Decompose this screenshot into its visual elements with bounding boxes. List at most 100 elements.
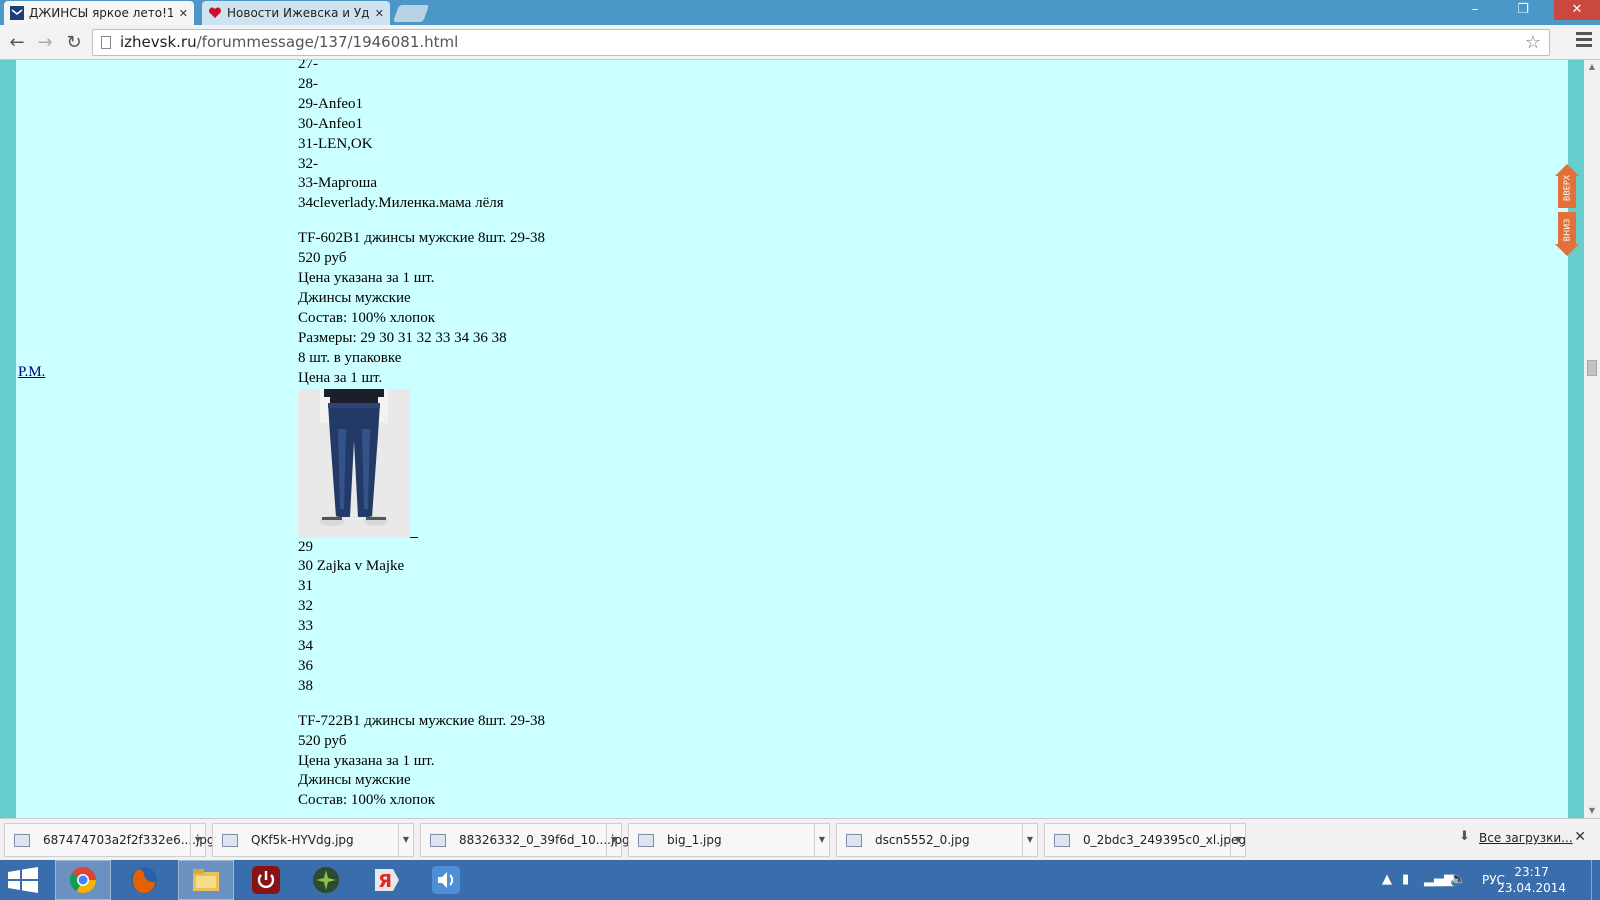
image-file-icon bbox=[846, 834, 862, 847]
download-menu-arrow-icon[interactable]: ▼ bbox=[1022, 824, 1037, 856]
download-filename: 88326332_0_39f6d_10....jpg bbox=[459, 833, 630, 847]
show-desktop-button[interactable] bbox=[1591, 860, 1600, 900]
firefox-taskbar-icon[interactable] bbox=[116, 860, 172, 900]
clock[interactable]: 23:17 23.04.2014 bbox=[1497, 864, 1566, 896]
list-item: 31-LEN,OK bbox=[298, 135, 373, 152]
image-file-icon bbox=[14, 834, 30, 847]
tab-title: ДЖИНСЫ яркое лето!134 bbox=[29, 6, 173, 20]
title-bar: ДЖИНСЫ яркое лето!134 ✕ Новости Ижевска … bbox=[0, 0, 1600, 25]
scroll-up-down-widget[interactable]: ВВЕРХ ВНИЗ bbox=[1554, 164, 1580, 256]
download-filename: 687474703a2f2f332e6....jpg bbox=[43, 833, 215, 847]
tab-active[interactable]: ДЖИНСЫ яркое лето!134 ✕ bbox=[4, 1, 194, 25]
size-line: 36 bbox=[298, 657, 313, 674]
power-app-taskbar-icon[interactable] bbox=[238, 860, 294, 900]
windows-start-icon[interactable] bbox=[0, 860, 46, 900]
download-item[interactable]: dscn5552_0.jpg ▼ bbox=[836, 823, 1038, 857]
download-item[interactable]: 0_2bdc3_249395c0_xl.jpeg ▼ bbox=[1044, 823, 1246, 857]
product-text: 8 шт. в упаковке bbox=[298, 349, 402, 366]
scroll-down-label[interactable]: ВНИЗ bbox=[1563, 219, 1572, 242]
new-tab-button[interactable] bbox=[392, 5, 430, 22]
scroll-up-label[interactable]: ВВЕРХ bbox=[1563, 174, 1572, 201]
size-line: 31 bbox=[298, 578, 313, 595]
list-item: 33-Маргоша bbox=[298, 175, 377, 192]
volume-icon[interactable]: 🔈 bbox=[1450, 872, 1466, 887]
size-line: 32 bbox=[298, 598, 313, 615]
download-item[interactable]: big_1.jpg ▼ bbox=[628, 823, 830, 857]
tab-title: Новости Ижевска и Удмурт bbox=[227, 6, 369, 20]
download-shelf: 687474703a2f2f332e6....jpg ▼ QKf5k-HYVdg… bbox=[0, 818, 1600, 860]
download-menu-arrow-icon[interactable]: ▼ bbox=[190, 824, 205, 856]
heart-favicon-icon bbox=[208, 7, 222, 18]
all-downloads-link[interactable]: Все загрузки... bbox=[1479, 831, 1573, 845]
jeans-photo[interactable] bbox=[298, 388, 410, 538]
url-text: izhevsk.ru/forummessage/137/1946081.html bbox=[120, 33, 459, 51]
list-item: 34cleverlady.Миленка.мама лёля bbox=[298, 195, 504, 212]
page-icon bbox=[101, 36, 111, 49]
reservation-list-top: 27- 28- 29-Anfeo1 30-Anfeo1 31-LEN,OK 32… bbox=[298, 60, 545, 214]
reload-button[interactable]: ↻ bbox=[61, 30, 87, 56]
download-filename: big_1.jpg bbox=[667, 833, 722, 847]
product-price: 520 руб bbox=[298, 732, 347, 749]
chrome-menu-icon[interactable] bbox=[1576, 32, 1592, 52]
restore-button[interactable]: ❐ bbox=[1508, 0, 1538, 20]
download-menu-arrow-icon[interactable]: ▼ bbox=[814, 824, 829, 856]
taskbar: Я ▲ ▮ ▂▄▆ 🔈 РУС 23:17 23.04.2014 bbox=[0, 860, 1600, 900]
product-price: 520 руб bbox=[298, 250, 347, 267]
size-line: 30 Zajka v Majke bbox=[298, 558, 405, 575]
download-item[interactable]: QKf5k-HYVdg.jpg ▼ bbox=[212, 823, 414, 857]
image-file-icon bbox=[1054, 834, 1070, 847]
sound-app-taskbar-icon[interactable] bbox=[418, 860, 474, 900]
size-line: 29 bbox=[298, 538, 313, 555]
action-center-icon[interactable]: ▮ bbox=[1402, 872, 1409, 887]
bookmark-star-icon[interactable]: ☆ bbox=[1525, 30, 1541, 55]
download-arrow-icon: ⬇ bbox=[1459, 829, 1470, 844]
tab-news[interactable]: Новости Ижевска и Удмурт ✕ bbox=[202, 1, 390, 25]
post-body: 27- 28- 29-Anfeo1 30-Anfeo1 31-LEN,OK 32… bbox=[298, 60, 545, 811]
product-text: Состав: 100% хлопок bbox=[298, 309, 435, 326]
close-shelf-icon[interactable]: ✕ bbox=[1574, 829, 1586, 845]
forward-button[interactable]: → bbox=[32, 30, 58, 56]
page-content: Р.М. 27- 28- 29-Anfeo1 30-Anfeo1 31-LEN,… bbox=[0, 60, 1584, 818]
list-item: 30-Anfeo1 bbox=[298, 115, 363, 132]
scroll-down-button[interactable]: ▼ bbox=[1584, 804, 1600, 818]
show-hidden-icons-icon[interactable]: ▲ bbox=[1382, 872, 1392, 887]
product-text: Цена за 1 шт. bbox=[298, 369, 383, 386]
svg-text:Я: Я bbox=[378, 871, 392, 892]
close-tab-icon[interactable]: ✕ bbox=[179, 7, 188, 20]
size-line: 34 bbox=[298, 638, 313, 655]
size-line: 33 bbox=[298, 618, 313, 635]
image-file-icon bbox=[638, 834, 654, 847]
image-file-icon bbox=[430, 834, 446, 847]
author-link[interactable]: Р.М. bbox=[18, 364, 45, 381]
clock-date: 23.04.2014 bbox=[1497, 881, 1566, 895]
product-title: TF-602B1 джинсы мужские 8шт. 29-38 bbox=[298, 230, 546, 247]
product-photo-link[interactable] bbox=[298, 388, 418, 538]
vertical-scrollbar[interactable]: ▲ ▼ bbox=[1584, 60, 1600, 818]
download-filename: dscn5552_0.jpg bbox=[875, 833, 970, 847]
product-title: TF-722B1 джинсы мужские 8шт. 29-38 bbox=[298, 712, 546, 729]
download-menu-arrow-icon[interactable]: ▼ bbox=[1230, 824, 1245, 856]
scrollbar-thumb[interactable] bbox=[1587, 360, 1597, 376]
browser-toolbar: ← → ↻ izhevsk.ru/forummessage/137/194608… bbox=[0, 25, 1600, 60]
back-button[interactable]: ← bbox=[4, 30, 30, 56]
close-window-button[interactable]: ✕ bbox=[1554, 0, 1600, 20]
address-bar[interactable]: izhevsk.ru/forummessage/137/1946081.html… bbox=[92, 29, 1550, 56]
yandex-browser-taskbar-icon[interactable]: Я bbox=[358, 860, 414, 900]
system-tray: ▲ ▮ ▂▄▆ 🔈 РУС 23:17 23.04.2014 bbox=[1340, 860, 1600, 900]
download-item[interactable]: 88326332_0_39f6d_10....jpg ▼ bbox=[420, 823, 630, 857]
download-item[interactable]: 687474703a2f2f332e6....jpg ▼ bbox=[4, 823, 215, 857]
file-explorer-taskbar-icon[interactable] bbox=[178, 860, 234, 900]
chrome-taskbar-icon[interactable] bbox=[55, 860, 111, 900]
product-text: Джинсы мужские bbox=[298, 772, 411, 789]
minimize-button[interactable]: – bbox=[1460, 0, 1490, 20]
product-tf722b1: TF-722B1 джинсы мужские 8шт. 29-38 520 р… bbox=[298, 712, 545, 812]
download-menu-arrow-icon[interactable]: ▼ bbox=[398, 824, 413, 856]
scroll-up-button[interactable]: ▲ bbox=[1584, 60, 1600, 74]
product-text: Размеры: 29 30 31 32 33 34 36 38 bbox=[298, 329, 507, 346]
close-tab-icon[interactable]: ✕ bbox=[375, 7, 384, 20]
download-menu-arrow-icon[interactable]: ▼ bbox=[606, 824, 621, 856]
list-item: 32- bbox=[298, 155, 318, 172]
product-text: Состав: 100% хлопок bbox=[298, 792, 435, 809]
green-app-taskbar-icon[interactable] bbox=[298, 860, 354, 900]
clock-time: 23:17 bbox=[1514, 865, 1549, 879]
